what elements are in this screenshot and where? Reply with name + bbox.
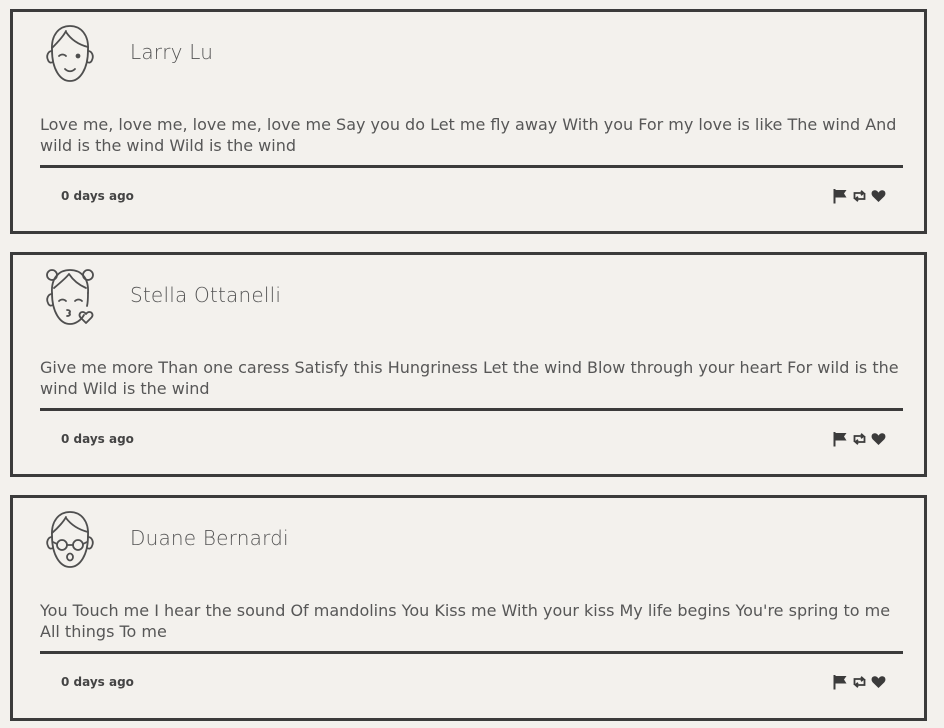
tweet-text: Give me more Than one caress Satisfy thi… <box>40 358 899 398</box>
flag-icon[interactable] <box>833 674 848 690</box>
timestamp: 0 days ago <box>61 675 134 689</box>
tweet-text: Love me, love me, love me, love me Say y… <box>40 115 897 155</box>
avatar[interactable] <box>42 266 98 329</box>
tweet-card: Duane Bernardi You Touch me I hear the s… <box>10 495 927 721</box>
author-name[interactable]: Stella Ottanelli <box>130 283 281 307</box>
tweet-card: Stella Ottanelli Give me more Than one c… <box>10 252 927 477</box>
retweet-icon[interactable] <box>852 674 867 690</box>
retweet-icon[interactable] <box>852 431 867 447</box>
heart-icon[interactable] <box>871 188 886 204</box>
author-name[interactable]: Larry Lu <box>130 40 213 64</box>
avatar[interactable] <box>42 23 98 86</box>
heart-icon[interactable] <box>871 431 886 447</box>
flag-icon[interactable] <box>833 188 848 204</box>
divider <box>40 165 903 168</box>
author-name[interactable]: Duane Bernardi <box>130 526 289 550</box>
tweet-text: You Touch me I hear the sound Of mandoli… <box>40 601 891 641</box>
heart-icon[interactable] <box>871 674 886 690</box>
girl-kissing-face-icon <box>46 269 94 325</box>
avatar[interactable] <box>42 509 98 572</box>
divider <box>40 408 903 411</box>
tweet-actions <box>833 188 886 204</box>
boy-glasses-face-icon <box>46 511 94 568</box>
timestamp: 0 days ago <box>61 432 134 446</box>
tweet-card: Larry Lu Love me, love me, love me, love… <box>10 9 927 234</box>
flag-icon[interactable] <box>833 431 848 447</box>
tweet-actions <box>833 431 886 447</box>
divider <box>40 651 903 654</box>
boy-winking-face-icon <box>46 25 94 82</box>
timestamp: 0 days ago <box>61 189 134 203</box>
tweet-actions <box>833 674 886 690</box>
retweet-icon[interactable] <box>852 188 867 204</box>
